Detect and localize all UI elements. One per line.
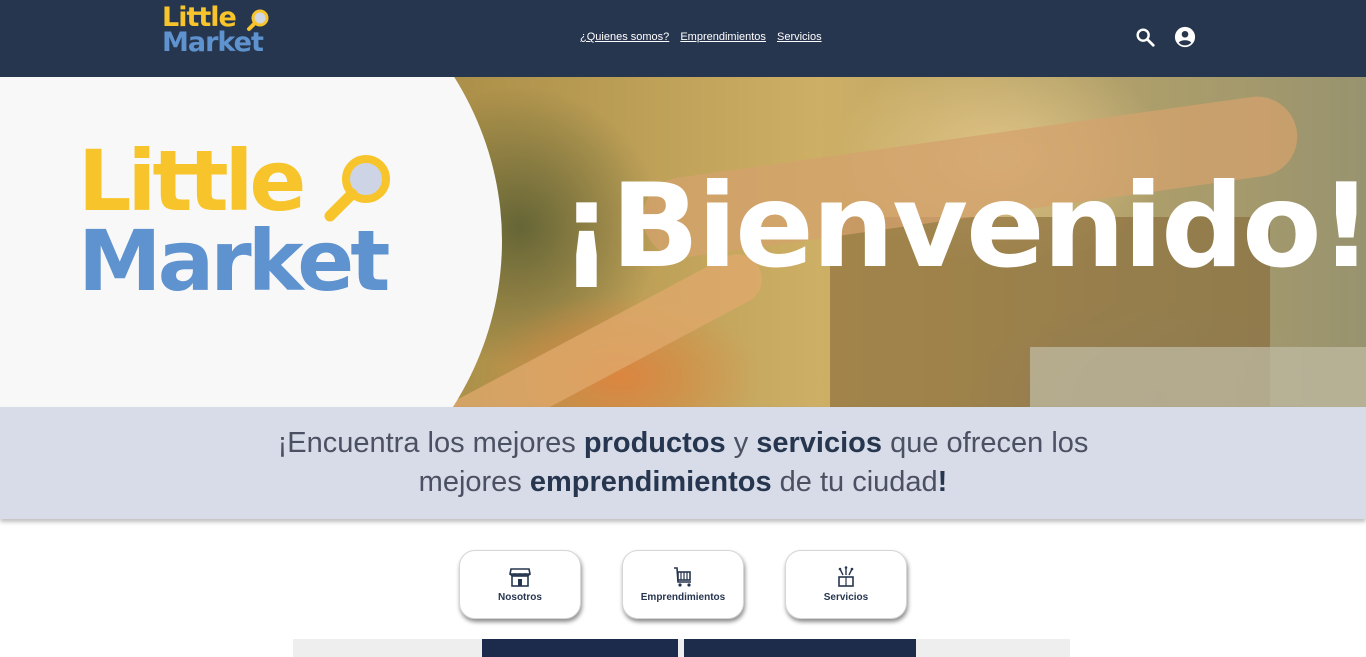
tagline-line-2: mejores emprendimientos de tu ciudad! [418, 466, 948, 498]
brand-line-2: Market [162, 27, 264, 58]
tagline-banner: ¡Encuentra los mejores productos y servi… [0, 407, 1366, 519]
storefront-icon [509, 568, 531, 587]
brand-logo[interactable]: Little Market [162, 4, 269, 58]
servicios-card-button[interactable]: Servicios [785, 550, 907, 619]
nav-link-quienes-somos[interactable]: ¿Quienes somos? [580, 31, 669, 43]
card-label: Emprendimientos [640, 592, 726, 603]
featured-image[interactable] [482, 639, 678, 657]
tagline-line-1: ¡Encuentra los mejores productos y servi… [277, 427, 1089, 459]
featured-section [293, 639, 1070, 657]
magnifier-logo-icon [247, 9, 269, 31]
welcome-heading: ¡Bienvenido! [560, 159, 1366, 294]
magnifier-logo-icon [324, 155, 390, 222]
card-label: Servicios [823, 592, 869, 603]
search-icon[interactable] [1134, 26, 1156, 48]
hero-banner: Little Market ¡Bienvenido! [0, 77, 1366, 407]
shopping-cart-icon [674, 567, 691, 587]
nav-link-servicios[interactable]: Servicios [777, 31, 822, 43]
top-navbar: Little Market ¿Quienes somos? Emprendimi… [0, 0, 1366, 77]
main-nav: ¿Quienes somos? Emprendimientos Servicio… [580, 31, 830, 43]
emprendimientos-card-button[interactable]: Emprendimientos [622, 550, 744, 619]
nosotros-card-button[interactable]: Nosotros [459, 550, 581, 619]
nav-link-emprendimientos[interactable]: Emprendimientos [680, 31, 766, 43]
hero-logo-line-2: Market [78, 212, 390, 310]
account-circle-icon[interactable] [1174, 26, 1196, 48]
services-hand-icon [838, 566, 854, 587]
card-label: Nosotros [498, 592, 542, 603]
featured-image[interactable] [684, 639, 916, 657]
